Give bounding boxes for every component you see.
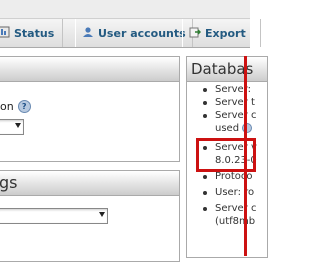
tab-status-label: Status <box>14 26 55 40</box>
top-strip <box>0 0 250 18</box>
setting-label: on <box>0 100 14 113</box>
panel-title <box>0 57 179 82</box>
status-icon <box>0 26 10 41</box>
tab-user-accounts[interactable]: User accounts <box>75 19 193 47</box>
highlight-box <box>196 138 256 172</box>
panel-title: Databas <box>187 57 267 82</box>
user-accounts-icon <box>82 26 94 41</box>
setting-row: on ? <box>0 100 31 113</box>
export-icon <box>189 26 202 41</box>
panel-title: gs <box>0 171 179 196</box>
tab-export[interactable]: Export <box>182 19 261 47</box>
setting-select[interactable] <box>0 119 24 135</box>
tab-export-label: Export <box>205 26 246 40</box>
help-icon[interactable]: ? <box>17 100 31 113</box>
tab-user-accounts-label: User accounts <box>98 26 186 40</box>
highlight-border <box>244 56 247 256</box>
main-tab-bar: Status User accounts Export <box>0 18 261 48</box>
chevron-down-icon <box>15 123 21 128</box>
settings-select[interactable] <box>0 208 108 224</box>
tab-status[interactable]: Status <box>0 19 64 47</box>
chevron-down-icon <box>99 212 105 217</box>
